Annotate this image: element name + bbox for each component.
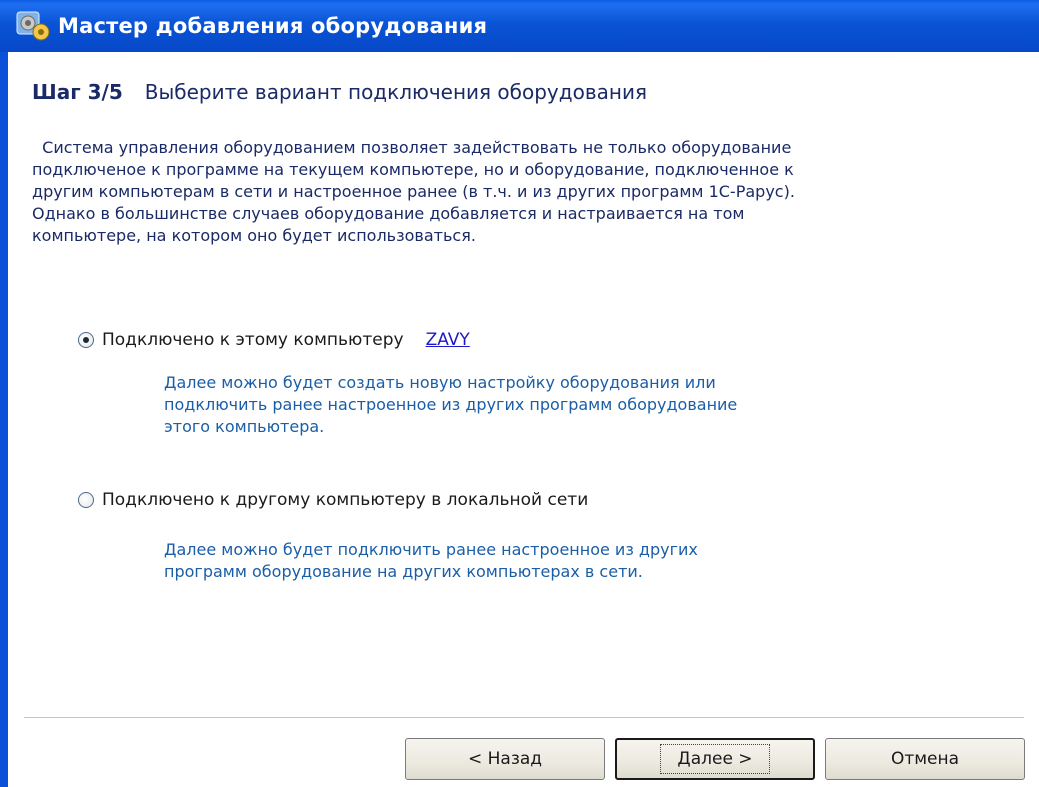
description-line: Однако в большинстве случаев оборудовани… <box>32 204 745 223</box>
window-title: Мастер добавления оборудования <box>58 14 488 38</box>
next-button[interactable]: Далее > <box>615 738 815 780</box>
description-line: Система управления оборудованием позволя… <box>32 138 792 157</box>
option-network-computer-hint: Далее можно будет подключить ранее настр… <box>164 539 698 583</box>
hint-line: этого компьютера. <box>164 417 325 436</box>
back-button[interactable]: < Назад <box>405 738 605 780</box>
hint-line: Далее можно будет создать новую настройк… <box>164 373 716 392</box>
option-network-computer[interactable]: Подключено к другому компьютеру в локаль… <box>78 490 588 510</box>
description-line: подключеное к программе на текущем компь… <box>32 160 794 179</box>
wizard-window: Мастер добавления оборудования Шаг 3/5 В… <box>0 0 1039 787</box>
back-button-label: < Назад <box>467 749 543 769</box>
step-header: Шаг 3/5 Выберите вариант подключения обо… <box>32 80 647 104</box>
hint-line: подключить ранее настроенное из других п… <box>164 395 738 414</box>
computer-name-link[interactable]: ZAVY <box>426 330 470 350</box>
description-line: компьютере, на котором оно будет использ… <box>32 226 476 245</box>
option-this-computer[interactable]: Подключено к этому компьютеру ZAVY <box>78 330 470 350</box>
step-title: Выберите вариант подключения оборудовани… <box>144 80 647 104</box>
option-this-computer-label[interactable]: Подключено к этому компьютеру <box>102 330 404 350</box>
button-separator <box>24 717 1024 719</box>
option-this-computer-hint: Далее можно будет создать новую настройк… <box>164 372 737 438</box>
window-left-border <box>0 52 8 787</box>
gear-wizard-icon <box>16 9 52 43</box>
hint-line: Далее можно будет подключить ранее настр… <box>164 540 698 559</box>
radio-this-computer[interactable] <box>78 332 94 348</box>
intro-description: Система управления оборудованием позволя… <box>32 137 982 247</box>
step-number: Шаг 3/5 <box>32 80 123 104</box>
title-bar[interactable]: Мастер добавления оборудования <box>0 0 1039 52</box>
next-button-label: Далее > <box>660 744 770 774</box>
cancel-button[interactable]: Отмена <box>825 738 1025 780</box>
hint-line: программ оборудование на других компьюте… <box>164 562 643 581</box>
description-line: другим компьютерам в сети и настроенное … <box>32 182 795 201</box>
cancel-button-label: Отмена <box>890 749 960 769</box>
option-network-computer-label[interactable]: Подключено к другому компьютеру в локаль… <box>102 490 588 510</box>
radio-network-computer[interactable] <box>78 492 94 508</box>
